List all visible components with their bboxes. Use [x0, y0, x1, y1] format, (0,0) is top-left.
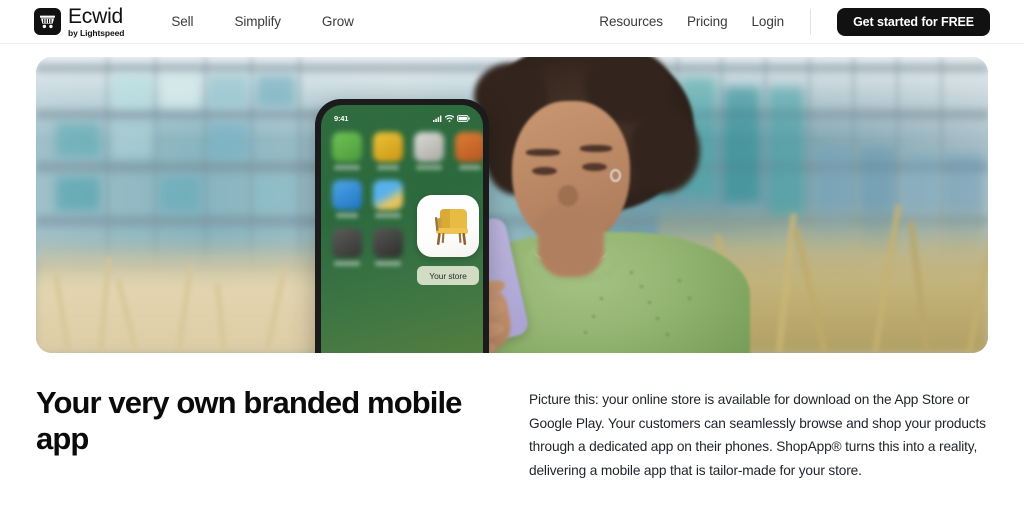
app-icon-weather[interactable] [373, 180, 403, 226]
battery-icon [457, 114, 470, 122]
site-header: Ecwid by Lightspeed Sell Simplify Grow R… [0, 0, 1024, 44]
app-icon-blue[interactable] [332, 180, 362, 226]
hero-image: 9:41 Your store [36, 57, 988, 353]
app-icon-dark-2[interactable] [373, 228, 403, 274]
phone-home-screen: 9:41 Your store [321, 105, 483, 353]
person-neck [538, 207, 604, 277]
nav-item-resources[interactable]: Resources [599, 14, 663, 29]
app-icon-orange[interactable] [455, 132, 483, 178]
armchair-icon [417, 195, 479, 257]
description-paragraph: Picture this: your online store is avail… [529, 392, 986, 478]
brand-tagline: by Lightspeed [68, 27, 125, 38]
secondary-nav: Resources Pricing Login Get started for … [599, 7, 990, 36]
wifi-icon [445, 114, 454, 122]
person-earring [610, 169, 621, 182]
page-root: Ecwid by Lightspeed Sell Simplify Grow R… [0, 0, 1024, 509]
nav-item-pricing[interactable]: Pricing [687, 14, 728, 29]
your-store-app[interactable]: Your store [417, 195, 479, 285]
brand-logo-link[interactable]: Ecwid by Lightspeed [34, 6, 124, 38]
page-title: Your very own branded mobile app [36, 385, 462, 456]
nav-divider [810, 8, 812, 35]
shopping-cart-icon [34, 8, 61, 35]
brand-text: Ecwid by Lightspeed [68, 6, 124, 38]
app-icon-grey[interactable] [414, 132, 444, 178]
cellular-signal-icon [433, 115, 442, 122]
nav-item-simplify[interactable]: Simplify [234, 14, 281, 29]
person-illustration [409, 57, 864, 353]
your-store-label: Your store [417, 266, 479, 285]
app-icon-dark[interactable] [332, 228, 362, 274]
get-started-button[interactable]: Get started for FREE [837, 7, 990, 36]
app-icon-green[interactable] [332, 132, 362, 178]
phone-status-bar: 9:41 [321, 112, 483, 124]
nav-item-sell[interactable]: Sell [171, 14, 193, 29]
status-bar-time: 9:41 [334, 113, 349, 123]
primary-nav: Sell Simplify Grow [171, 14, 354, 29]
featured-phone-mockup: 9:41 Your store [315, 99, 489, 353]
app-icon-yellow[interactable] [373, 132, 403, 178]
nav-item-login[interactable]: Login [752, 14, 785, 29]
nav-item-grow[interactable]: Grow [322, 14, 354, 29]
description-column: Picture this: your online store is avail… [529, 388, 991, 482]
status-bar-icons [433, 114, 470, 122]
brand-name: Ecwid [68, 4, 124, 28]
